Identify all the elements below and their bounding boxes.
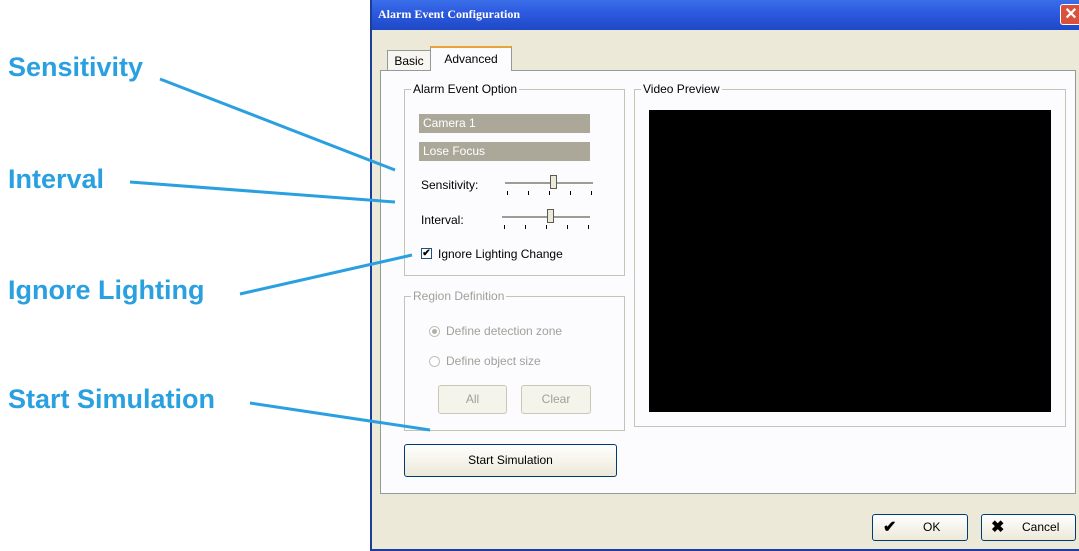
callout-ignore-lighting: Ignore Lighting bbox=[8, 275, 205, 305]
advanced-tab-panel: Alarm Event Option Camera 1 Lose Focus S… bbox=[380, 70, 1076, 494]
tick bbox=[528, 191, 529, 195]
detection-zone-label: Define detection zone bbox=[446, 324, 563, 338]
video-preview-screen bbox=[649, 110, 1051, 412]
callout-sensitivity: Sensitivity bbox=[8, 52, 144, 82]
tick bbox=[549, 191, 550, 195]
interval-thumb[interactable] bbox=[547, 209, 554, 223]
all-button[interactable]: All bbox=[438, 385, 507, 414]
tab-basic[interactable]: Basic bbox=[387, 50, 431, 70]
checkmark-icon: ✔ bbox=[422, 248, 431, 259]
sensitivity-track bbox=[505, 182, 593, 185]
interval-slider[interactable] bbox=[502, 207, 590, 231]
sensitivity-connector bbox=[159, 77, 396, 172]
region-definition-group: Region Definition Define detection zone … bbox=[404, 289, 625, 431]
object-size-radio[interactable] bbox=[429, 356, 440, 367]
ignore-lighting-checkbox[interactable]: ✔ bbox=[421, 248, 432, 259]
tick bbox=[525, 225, 526, 229]
cancel-button[interactable]: ✖ Cancel bbox=[981, 514, 1076, 541]
dialog-title: Alarm Event Configuration bbox=[378, 7, 520, 21]
alarm-event-dialog: Alarm Event Configuration ✕ Basic Advanc… bbox=[370, 0, 1079, 551]
detection-zone-radio[interactable] bbox=[429, 326, 440, 337]
tick bbox=[504, 225, 505, 229]
sensitivity-thumb[interactable] bbox=[550, 175, 557, 189]
ignore-lighting-label: Ignore Lighting Change bbox=[438, 247, 563, 261]
close-button[interactable]: ✕ bbox=[1060, 4, 1079, 25]
ok-label: OK bbox=[923, 520, 941, 534]
region-definition-label: Region Definition bbox=[411, 289, 507, 303]
interval-connector bbox=[129, 180, 396, 204]
sensitivity-label: Sensitivity: bbox=[421, 178, 479, 192]
tick bbox=[507, 191, 508, 195]
clear-button[interactable]: Clear bbox=[521, 385, 591, 414]
tick bbox=[591, 191, 592, 195]
video-preview-group: Video Preview bbox=[634, 82, 1066, 427]
event-type-field[interactable]: Lose Focus bbox=[419, 142, 590, 161]
close-icon: ✕ bbox=[1064, 6, 1078, 23]
checkmark-icon: ✔ bbox=[883, 519, 897, 536]
interval-track bbox=[502, 216, 590, 219]
camera-field[interactable]: Camera 1 bbox=[419, 114, 590, 133]
title-bar[interactable]: Alarm Event Configuration ✕ bbox=[372, 0, 1079, 30]
alarm-event-option-label: Alarm Event Option bbox=[411, 82, 520, 96]
video-preview-label: Video Preview bbox=[641, 82, 722, 96]
cancel-x-icon: ✖ bbox=[991, 519, 1005, 536]
tick bbox=[588, 225, 589, 229]
sensitivity-slider[interactable] bbox=[505, 173, 593, 197]
tab-advanced[interactable]: Advanced bbox=[430, 46, 512, 71]
interval-label: Interval: bbox=[421, 213, 464, 227]
tick bbox=[567, 225, 568, 229]
callout-interval: Interval bbox=[8, 164, 105, 194]
alarm-event-option-group: Alarm Event Option Camera 1 Lose Focus S… bbox=[404, 82, 625, 276]
ok-button[interactable]: ✔ OK bbox=[872, 514, 968, 541]
object-size-label: Define object size bbox=[446, 354, 541, 368]
tick bbox=[546, 225, 547, 229]
start-simulation-button[interactable]: Start Simulation bbox=[404, 444, 617, 477]
cancel-label: Cancel bbox=[1022, 520, 1060, 534]
tick bbox=[570, 191, 571, 195]
callout-start-simulation: Start Simulation bbox=[8, 384, 216, 414]
